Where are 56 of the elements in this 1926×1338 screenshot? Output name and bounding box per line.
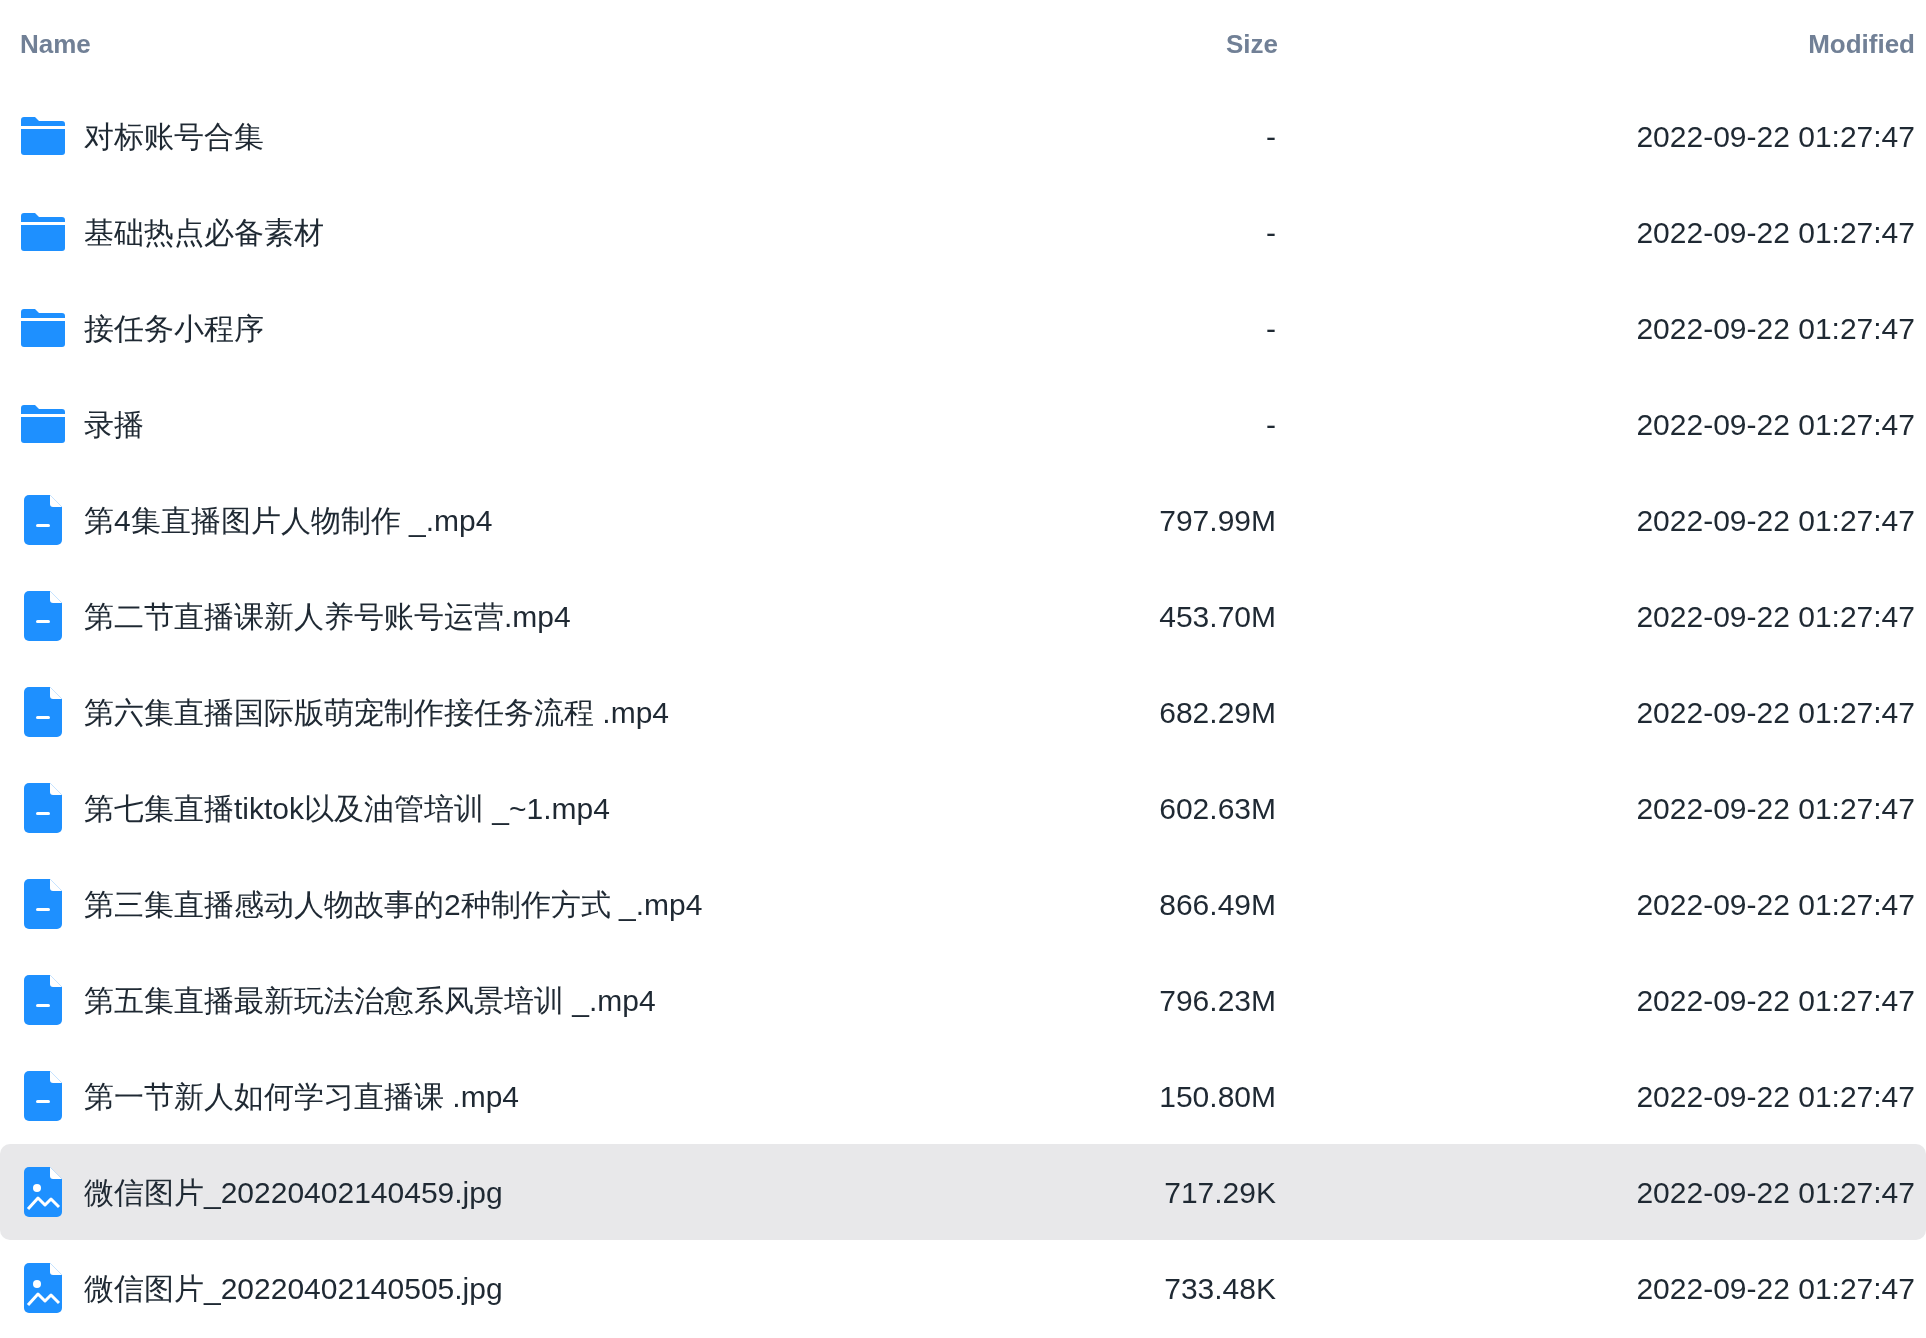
document-icon [24,783,62,833]
file-name: 第一节新人如何学习直播课 .mp4 [84,1078,520,1115]
document-icon [24,591,62,641]
file-size: 717.29K [1164,1174,1277,1211]
file-name: 接任务小程序 [84,310,264,347]
document-icon [24,879,62,929]
modified-date: 2022-09-22 01:27:47 [1636,310,1915,347]
modified-date: 2022-09-22 01:27:47 [1636,790,1915,827]
document-icon [24,975,62,1025]
file-name: 第二节直播课新人养号账号运营.mp4 [84,598,571,635]
file-name: 第4集直播图片人物制作 _.mp4 [84,502,493,539]
file-size: 866.49M [1159,886,1277,923]
file-size: - [1266,310,1277,347]
file-name: 录播 [84,406,144,443]
folder-icon [21,309,65,347]
file-size: 796.23M [1159,982,1277,1019]
modified-date: 2022-09-22 01:27:47 [1636,694,1915,731]
file-name: 第三集直播感动人物故事的2种制作方式 _.mp4 [84,886,703,923]
modified-date: 2022-09-22 01:27:47 [1636,886,1915,923]
file-size: 453.70M [1159,598,1277,635]
folder-icon [21,405,65,443]
file-name: 第六集直播国际版萌宠制作接任务流程 .mp4 [84,694,670,731]
image-file-icon [24,1263,62,1313]
modified-date: 2022-09-22 01:27:47 [1636,406,1915,443]
column-header[interactable]: Modified [1808,24,1915,64]
modified-date: 2022-09-22 01:27:47 [1636,982,1915,1019]
folder-icon [21,117,65,155]
modified-date: 2022-09-22 01:27:47 [1636,1270,1915,1307]
file-size: 602.63M [1159,790,1277,827]
file-name: 对标账号合集 [84,118,264,155]
modified-date: 2022-09-22 01:27:47 [1636,502,1915,539]
document-icon [24,687,62,737]
column-header[interactable]: Size [1225,24,1278,64]
modified-date: 2022-09-22 01:27:47 [1636,598,1915,635]
file-size: - [1266,118,1277,155]
modified-date: 2022-09-22 01:27:47 [1636,1078,1915,1115]
file-size: 797.99M [1159,502,1277,539]
document-icon [24,1071,62,1121]
modified-date: 2022-09-22 01:27:47 [1636,214,1915,251]
folder-icon [21,213,65,251]
column-header[interactable]: Name [20,24,91,64]
modified-date: 2022-09-22 01:27:47 [1636,1174,1915,1211]
file-size: 733.48K [1164,1270,1277,1307]
image-file-icon [24,1167,62,1217]
file-size: - [1266,406,1277,443]
file-size: 150.80M [1159,1078,1277,1115]
file-name: 第七集直播tiktok以及油管培训 _~1.mp4 [84,790,610,827]
file-row[interactable]: 微信图片_20220402140459.jpg 717.29K 2022-09-22 01:27:47 [0,1144,1926,1240]
document-icon [24,495,62,545]
file-name: 微信图片_20220402140459.jpg [84,1174,503,1211]
modified-date: 2022-09-22 01:27:47 [1636,118,1915,155]
file-name: 微信图片_20220402140505.jpg [84,1270,503,1307]
file-size: 682.29M [1159,694,1277,731]
file-name: 基础热点必备素材 [84,214,324,251]
file-name: 第五集直播最新玩法治愈系风景培训 _.mp4 [84,982,656,1019]
file-size: - [1266,214,1277,251]
